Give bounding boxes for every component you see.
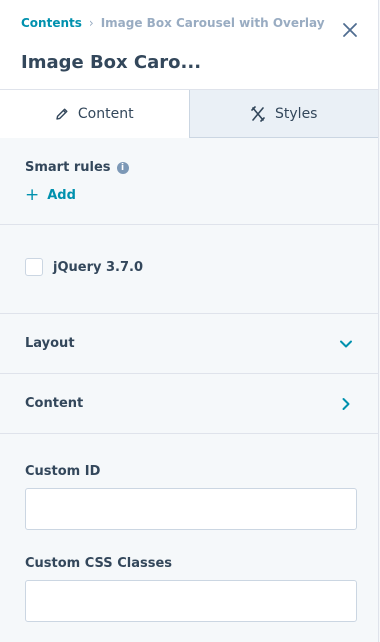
content-section-label: Content [25,396,84,411]
custom-id-label: Custom ID [25,464,101,479]
add-label: Add [47,188,76,203]
jquery-checkbox-row[interactable]: jQuery 3.7.0 [25,258,143,276]
layout-label: Layout [25,336,75,351]
jquery-label: jQuery 3.7.0 [53,259,144,275]
custom-id-input[interactable] [25,488,357,530]
styles-tools-icon [251,105,265,122]
pencil-icon [56,108,68,120]
jquery-section: jQuery 3.7.0 [0,225,378,314]
module-editor-panel: Contents › Image Box Carousel with Overl… [0,0,379,642]
plus-icon: + [25,185,40,205]
layout-accordion[interactable]: Layout [0,314,378,374]
chevron-down-icon [340,340,352,347]
smart-rules-text: Smart rules [25,160,111,175]
close-button[interactable] [341,21,359,39]
tab-bar: Content Styles [0,90,378,138]
tab-styles[interactable]: Styles [189,90,378,138]
tab-content[interactable]: Content [0,90,190,138]
breadcrumb-separator: › [88,16,94,30]
panel-header: Contents › Image Box Carousel with Overl… [0,0,378,90]
smart-rules-label: Smart rules i [25,160,129,175]
breadcrumb-contents-link[interactable]: Contents [21,16,82,30]
add-smart-rule-button[interactable]: + Add [25,185,76,205]
advanced-fields: Custom ID Custom CSS Classes [0,464,378,622]
custom-css-input[interactable] [25,580,357,622]
jquery-checkbox[interactable] [25,258,43,276]
breadcrumb-current: Image Box Carousel with Overlay [100,16,325,30]
close-icon [343,23,357,37]
custom-css-label: Custom CSS Classes [25,556,172,571]
page-title: Image Box Caro... [21,52,202,73]
info-icon[interactable]: i [116,161,129,174]
content-accordion[interactable]: Content [0,374,378,434]
smart-rules-section: Smart rules i + Add [0,138,378,225]
chevron-right-icon [342,397,350,410]
tab-styles-label: Styles [275,105,318,122]
breadcrumb: Contents › Image Box Carousel with Overl… [21,16,325,30]
tab-content-label: Content [77,106,134,122]
